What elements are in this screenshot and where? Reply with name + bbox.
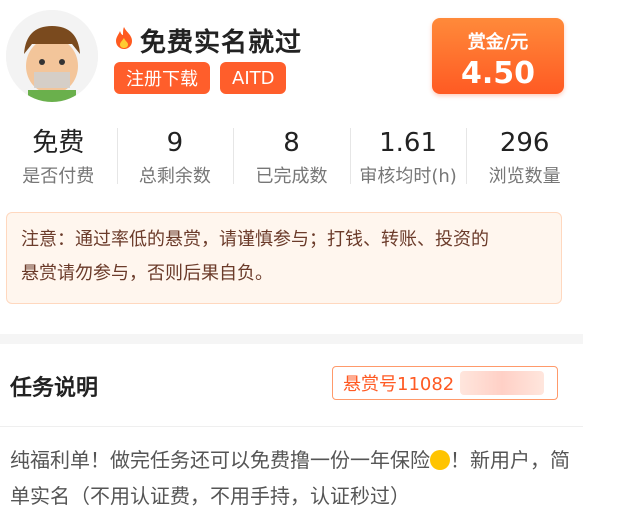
stat-label: 审核均时(h)	[359, 166, 457, 187]
section-divider	[0, 334, 583, 344]
description-part-1: 纯福利单！做完任务还可以免费撸一份一年保险	[10, 448, 430, 472]
avatar[interactable]	[6, 10, 98, 102]
task-title: 免费实名就过	[140, 28, 303, 58]
stat-value: 8	[283, 128, 300, 158]
stat-value: 1.61	[379, 128, 438, 158]
tag-row: 注册下载 AITD	[114, 62, 287, 94]
stat-value: 免费	[32, 128, 85, 158]
stat-label: 是否付费	[22, 166, 95, 187]
reward-label: 赏金/元	[467, 32, 529, 53]
stat-paid: 免费 是否付费	[0, 118, 117, 198]
stat-label: 总剩余数	[138, 166, 211, 187]
stat-review-time: 1.61 审核均时(h)	[349, 118, 467, 198]
stat-value: 9	[166, 128, 184, 158]
task-description: 纯福利单！做完任务还可以免费撸一份一年保险 ！新用户，简单实名（不用认证费，不用手…	[10, 442, 580, 514]
reward-badge: 赏金/元 4.50	[432, 18, 564, 94]
notice-line-1: 注意：通过率低的悬赏，请谨慎参与；打钱、转账、投资的	[21, 229, 489, 250]
fire-icon	[114, 26, 134, 56]
redacted-id-area	[460, 371, 545, 395]
tag-aitd[interactable]: AITD	[220, 62, 287, 94]
reward-value: 4.50	[460, 56, 536, 91]
tag-register-download[interactable]: 注册下载	[114, 62, 210, 94]
task-id-badge[interactable]: 悬赏号11082	[332, 366, 558, 400]
avatar-image	[6, 10, 98, 102]
stat-label: 已完成数	[255, 166, 328, 187]
section-title: 任务说明	[10, 376, 99, 401]
stat-views: 296 浏览数量	[466, 118, 583, 198]
stat-completed: 8 已完成数	[233, 118, 350, 198]
task-detail-panel: 免费实名就过 注册下载 AITD 赏金/元 4.50 免费 是否付费 9 总剩余…	[0, 0, 583, 518]
grinning-emoji-icon	[430, 450, 450, 470]
stat-label: 浏览数量	[488, 166, 561, 187]
notice-line-2: 悬赏请勿参与，否则后果自负。	[21, 263, 273, 284]
title-area: 免费实名就过	[114, 22, 302, 59]
separator-line	[0, 426, 583, 427]
stat-value: 296	[499, 128, 550, 158]
task-id-text: 悬赏号11082	[343, 374, 455, 395]
warning-notice: 注意：通过率低的悬赏，请谨慎参与；打钱、转账、投资的 悬赏请勿参与，否则后果自负…	[6, 212, 562, 304]
stats-row: 免费 是否付费 9 总剩余数 8 已完成数 1.61 审核均时(h) 296 浏…	[0, 118, 583, 198]
stat-remaining: 9 总剩余数	[116, 118, 234, 198]
